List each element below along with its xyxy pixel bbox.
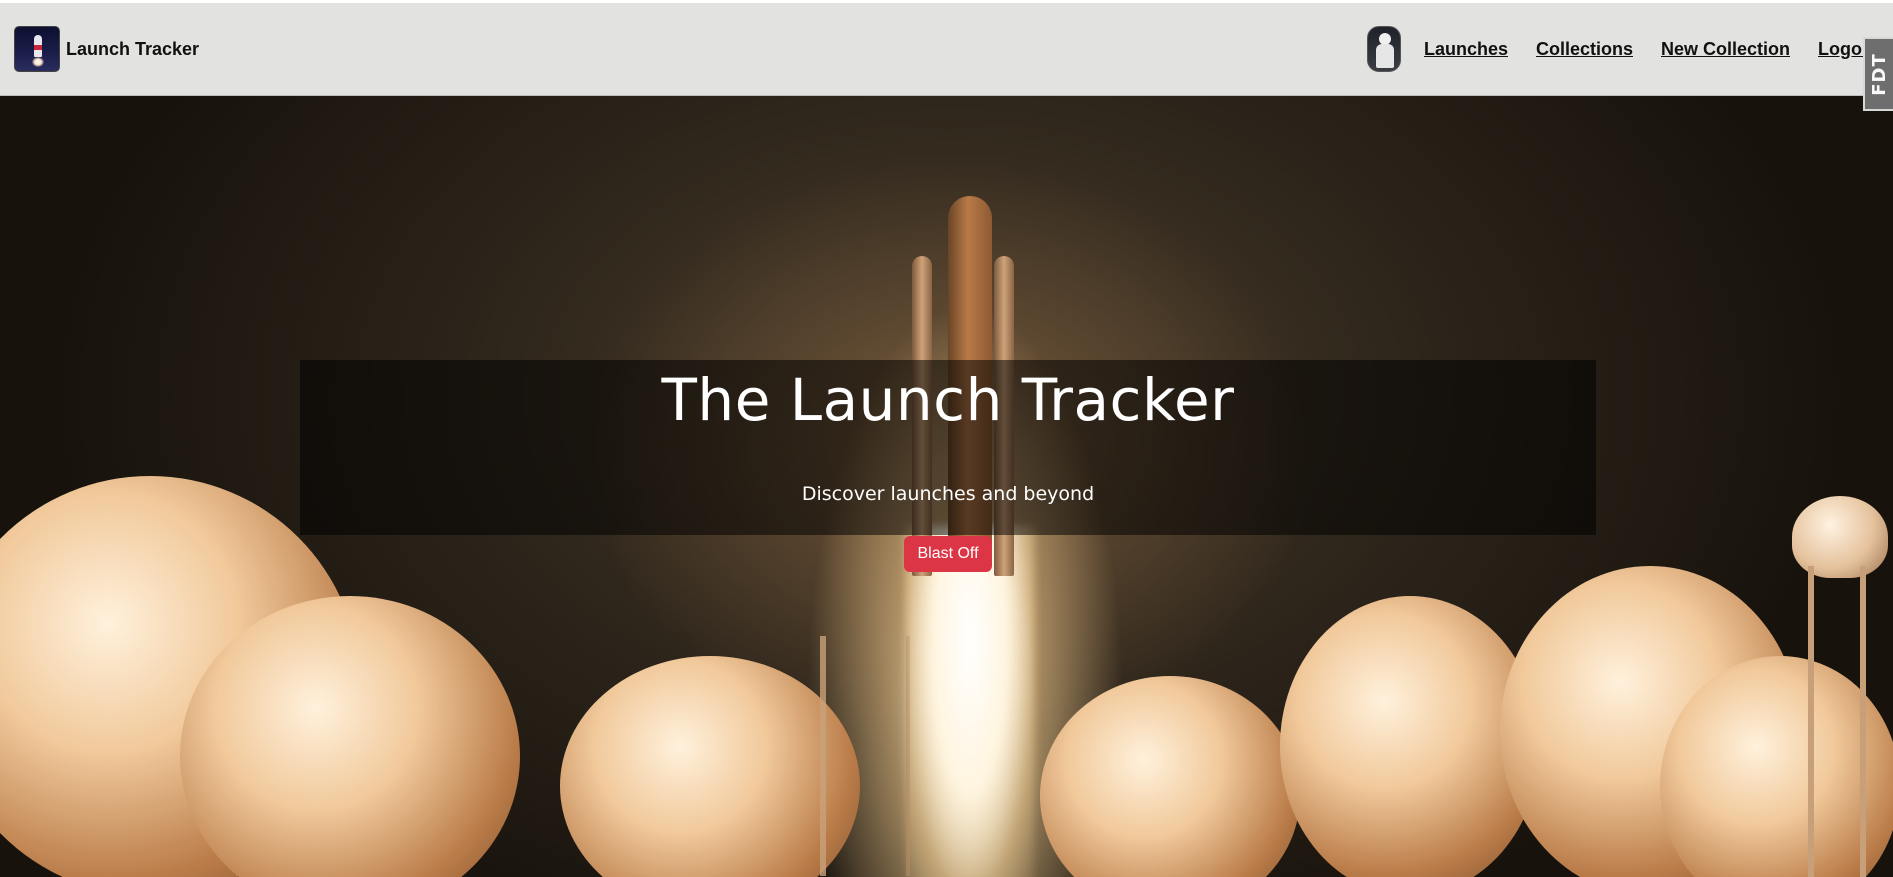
blast-off-button[interactable]: Blast Off [904, 535, 992, 572]
brand-link[interactable]: Launch Tracker [14, 26, 199, 72]
nav-link-new-collection[interactable]: New Collection [1661, 39, 1790, 60]
hero-subtitle: Discover launches and beyond [801, 482, 1095, 505]
side-badge-label: FDT [1868, 52, 1890, 96]
nav-link-launches[interactable]: Launches [1424, 39, 1508, 60]
rocket-logo-icon [14, 26, 60, 72]
navbar: Launch Tracker Launches Collections New … [0, 0, 1893, 96]
nav-links: Launches Collections New Collection Logo… [1366, 26, 1879, 72]
hero-title: The Launch Tracker [661, 366, 1235, 434]
astronaut-avatar-icon[interactable] [1366, 26, 1401, 72]
hero-section: The Launch Tracker Discover launches and… [0, 96, 1893, 877]
brand-name: Launch Tracker [66, 38, 200, 59]
nav-link-collections[interactable]: Collections [1536, 39, 1633, 60]
hero-panel: The Launch Tracker Discover launches and… [300, 360, 1596, 572]
side-badge[interactable]: FDT [1863, 37, 1893, 111]
